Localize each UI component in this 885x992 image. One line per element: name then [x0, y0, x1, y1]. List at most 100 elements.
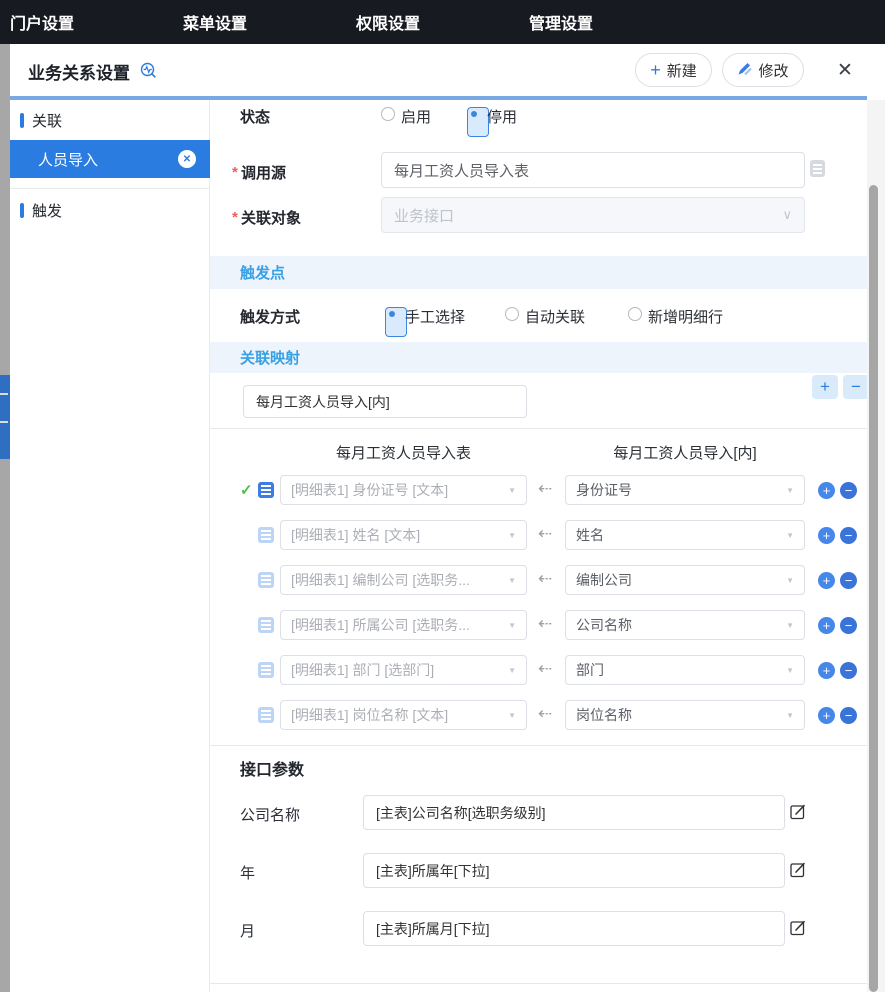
- target-label: 关联对象: [241, 207, 301, 228]
- add-row-button[interactable]: +: [818, 482, 835, 499]
- radio-enable-label[interactable]: 启用: [401, 106, 431, 127]
- mapping-target-select[interactable]: 姓名▼: [565, 520, 805, 550]
- radio-new-detail-row-label[interactable]: 新增明细行: [648, 306, 723, 327]
- remove-row-button[interactable]: −: [840, 662, 857, 679]
- mapping-source-select[interactable]: [明细表1] 编制公司 [选职务...▼: [280, 565, 527, 595]
- pulse-search-icon[interactable]: [140, 62, 157, 84]
- table-icon: [258, 617, 274, 633]
- document-icon[interactable]: [810, 160, 825, 177]
- mapping-source-select[interactable]: [明细表1] 姓名 [文本] ▼: [280, 520, 527, 550]
- mapping-section-title: 关联映射: [240, 347, 300, 368]
- scrollbar-thumb[interactable]: [869, 185, 878, 992]
- caret-down-icon: ▼: [508, 531, 516, 540]
- mapping-target-select[interactable]: 身份证号▼: [565, 475, 805, 505]
- mapping-target-value: 身份证号: [576, 480, 632, 500]
- dialog-header: 业务关系设置 + 新建 修改: [10, 44, 885, 96]
- business-relation-dialog: 业务关系设置 + 新建 修改: [10, 44, 885, 992]
- radio-auto-relate[interactable]: [505, 307, 519, 321]
- radio-new-detail-row[interactable]: [628, 307, 642, 321]
- nav-item-management-settings[interactable]: 管理设置: [529, 10, 692, 34]
- caret-down-icon: ▼: [508, 621, 516, 630]
- param-year-input[interactable]: [363, 853, 785, 888]
- table-icon: [258, 707, 274, 723]
- remove-row-button[interactable]: −: [840, 527, 857, 544]
- sidebar-item-person-import[interactable]: 人员导入 ✕: [10, 140, 210, 178]
- table-icon: [258, 662, 274, 678]
- mapping-source-select[interactable]: [明细表1] 身份证号 [文本]▼: [280, 475, 527, 505]
- blue-marker-icon: [20, 203, 24, 218]
- mapping-target-select[interactable]: 岗位名称▼: [565, 700, 805, 730]
- scrollbar-track[interactable]: [867, 100, 885, 992]
- caret-down-icon: ▼: [786, 576, 794, 585]
- close-icon[interactable]: ✕: [832, 57, 858, 83]
- sidebar-item-trigger[interactable]: 触发: [10, 192, 210, 228]
- edit-icon[interactable]: [790, 861, 808, 879]
- arrow-left-icon: ⇠: [538, 569, 552, 589]
- status-label: 状态: [240, 106, 270, 127]
- check-icon: ✓: [240, 481, 253, 499]
- new-button[interactable]: + 新建: [635, 53, 712, 87]
- radio-disable-label[interactable]: 停用: [487, 106, 517, 127]
- modify-button-label: 修改: [758, 60, 788, 81]
- radio-enable[interactable]: [381, 107, 395, 121]
- mapping-remove-button[interactable]: −: [843, 375, 869, 399]
- caret-down-icon: ▼: [508, 576, 516, 585]
- nav-item-portal-settings[interactable]: 门户设置: [10, 10, 173, 34]
- mapping-row: ✓ [明细表1] 身份证号 [文本]▼ ⇠ 身份证号▼ + −: [210, 475, 867, 505]
- mapping-source-value: [明细表1] 姓名 [文本]: [291, 525, 420, 545]
- table-icon: [258, 572, 274, 588]
- mapping-source-select[interactable]: [明细表1] 岗位名称 [文本]▼: [280, 700, 527, 730]
- remove-item-icon[interactable]: ✕: [178, 150, 196, 168]
- trigger-section-title: 触发点: [240, 262, 285, 283]
- screen: 门户设置 菜单设置 权限设置 管理设置 业务关系设置 + 新建: [0, 0, 885, 992]
- edit-pen-icon: [737, 61, 752, 80]
- caret-down-icon: ▼: [786, 666, 794, 675]
- trigger-mode-label: 触发方式: [240, 306, 300, 327]
- caret-down-icon: ▼: [508, 711, 516, 720]
- mapping-target-value: 部门: [576, 660, 604, 680]
- mapping-add-button[interactable]: +: [812, 375, 838, 399]
- new-button-label: 新建: [667, 60, 697, 81]
- edit-icon[interactable]: [790, 919, 808, 937]
- add-row-button[interactable]: +: [818, 617, 835, 634]
- source-input[interactable]: [381, 152, 805, 188]
- caret-down-icon: ▼: [786, 711, 794, 720]
- edit-icon[interactable]: [790, 803, 808, 821]
- radio-manual-select-label[interactable]: 手工选择: [405, 306, 465, 327]
- param-company-input[interactable]: [363, 795, 785, 830]
- mapping-name-input[interactable]: [243, 385, 527, 418]
- remove-row-button[interactable]: −: [840, 707, 857, 724]
- remove-row-button[interactable]: −: [840, 572, 857, 589]
- add-row-button[interactable]: +: [818, 527, 835, 544]
- mapping-target-value: 公司名称: [576, 615, 632, 635]
- radio-auto-relate-label[interactable]: 自动关联: [525, 306, 585, 327]
- mapping-source-select[interactable]: [明细表1] 所属公司 [选职务...▼: [280, 610, 527, 640]
- add-row-button[interactable]: +: [818, 572, 835, 589]
- arrow-left-icon: ⇠: [538, 479, 552, 499]
- caret-down-icon: ▼: [508, 666, 516, 675]
- chevron-down-icon: ∨: [782, 207, 792, 223]
- remove-row-button[interactable]: −: [840, 617, 857, 634]
- radio-manual-select[interactable]: [385, 307, 407, 337]
- add-row-button[interactable]: +: [818, 707, 835, 724]
- add-row-button[interactable]: +: [818, 662, 835, 679]
- sidebar-item-relation[interactable]: 关联: [10, 102, 210, 138]
- remove-row-button[interactable]: −: [840, 482, 857, 499]
- table-icon: [258, 527, 274, 543]
- plus-icon: +: [650, 61, 661, 79]
- source-label: 调用源: [241, 162, 286, 183]
- mapping-source-select[interactable]: [明细表1] 部门 [选部门]▼: [280, 655, 527, 685]
- param-month-input[interactable]: [363, 911, 785, 946]
- nav-item-permission-settings[interactable]: 权限设置: [356, 10, 519, 34]
- mapping-target-select[interactable]: 公司名称 ▼: [565, 610, 805, 640]
- caret-down-icon: ▼: [786, 621, 794, 630]
- mapping-target-select[interactable]: 编制公司▼: [565, 565, 805, 595]
- nav-item-menu-settings[interactable]: 菜单设置: [183, 10, 346, 34]
- modify-button[interactable]: 修改: [722, 53, 804, 87]
- arrow-left-icon: ⇠: [538, 659, 552, 679]
- mapping-target-select[interactable]: 部门 ▼: [565, 655, 805, 685]
- target-select[interactable]: 业务接口 ∨: [381, 197, 805, 233]
- mapping-left-column-header: 每月工资人员导入表: [280, 442, 527, 463]
- dialog-sidebar: 关联 人员导入 ✕ 触发: [10, 100, 210, 992]
- radio-disable[interactable]: [467, 107, 489, 137]
